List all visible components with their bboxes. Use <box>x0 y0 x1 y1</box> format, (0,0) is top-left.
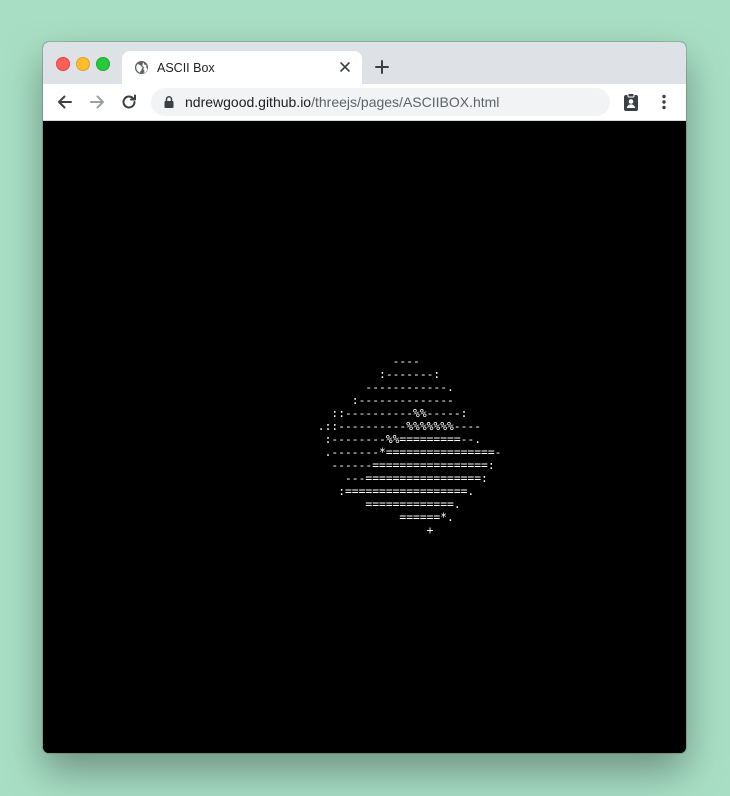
ascii-line: =============. <box>311 498 461 511</box>
ascii-line: :==================. <box>311 485 475 498</box>
ascii-line: .-------*================- <box>311 446 502 459</box>
address-bar[interactable]: ndrewgood.github.io/threejs/pages/ASCIIB… <box>151 88 610 116</box>
window-maximize-button[interactable] <box>96 57 110 71</box>
arrow-left-icon[interactable] <box>55 92 75 112</box>
ascii-line: ------------. <box>311 381 454 394</box>
page-viewport[interactable]: ---- :-------: ------------. :----------… <box>43 121 686 753</box>
tab-title: ASCII Box <box>157 61 215 75</box>
ascii-line: .::----------%%%%%%%---- <box>311 420 482 433</box>
ascii-line: ::----------%%-----: <box>311 407 468 420</box>
ascii-line: ---- <box>311 355 420 368</box>
ascii-box-render: ---- :-------: ------------. :----------… <box>311 355 502 537</box>
close-icon[interactable] <box>337 59 353 75</box>
ascii-line: + <box>311 524 434 537</box>
globe-icon <box>134 60 149 75</box>
browser-window: ASCII Box ndrewgood.github.io/threejs/pa… <box>43 42 686 753</box>
url-text[interactable]: ndrewgood.github.io/threejs/pages/ASCIIB… <box>185 94 499 111</box>
ascii-line: :-------------- <box>311 394 454 407</box>
url-path: /threejs/pages/ASCIIBOX.html <box>311 94 500 110</box>
tab-strip: ASCII Box <box>43 42 686 84</box>
arrow-right-icon[interactable] <box>87 92 107 112</box>
window-close-button[interactable] <box>56 57 70 71</box>
tab-ascii-box[interactable]: ASCII Box <box>122 51 362 84</box>
window-minimize-button[interactable] <box>76 57 90 71</box>
ascii-line: :-------: <box>311 368 441 381</box>
kebab-menu-icon[interactable] <box>654 92 674 112</box>
url-host: ndrewgood.github.io <box>185 94 312 110</box>
browser-toolbar: ndrewgood.github.io/threejs/pages/ASCIIB… <box>43 84 686 121</box>
ascii-line: ======*. <box>311 511 454 524</box>
ascii-line: ------=================: <box>311 459 495 472</box>
lock-icon[interactable] <box>163 95 175 109</box>
reload-icon[interactable] <box>119 92 139 112</box>
clipboard-user-icon[interactable] <box>621 92 641 112</box>
ascii-line: ---=================: <box>311 472 488 485</box>
ascii-line: :--------%%=========--. <box>311 433 482 446</box>
new-tab-plus-icon[interactable] <box>373 58 391 76</box>
